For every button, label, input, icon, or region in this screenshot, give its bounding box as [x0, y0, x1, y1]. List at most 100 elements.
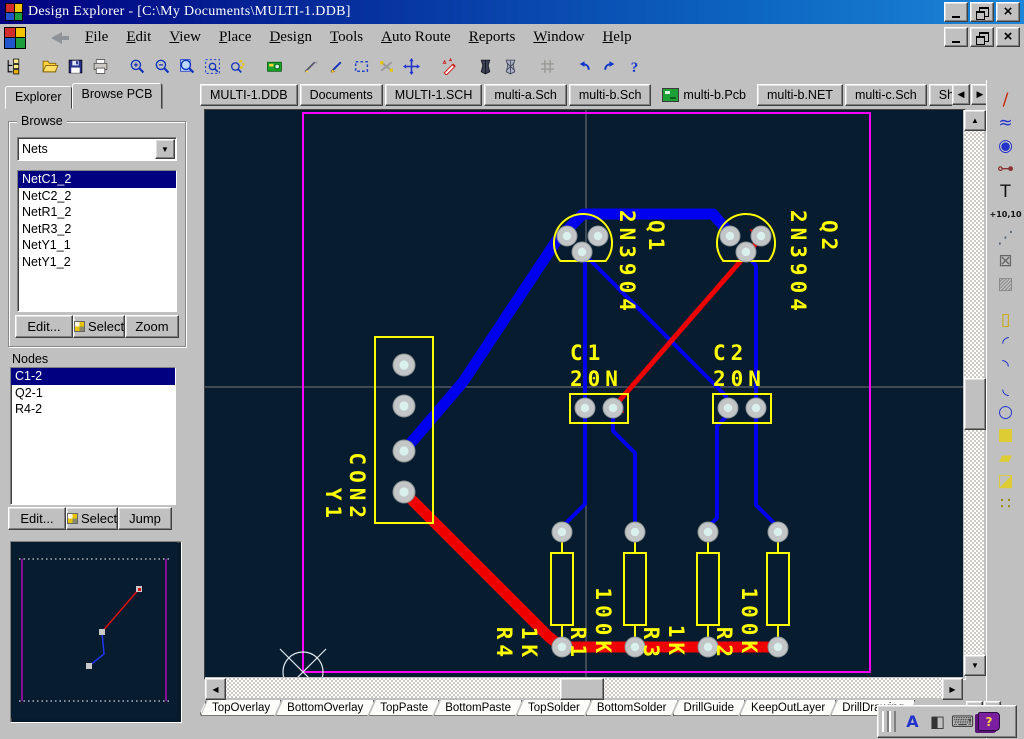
- close-button[interactable]: [996, 2, 1020, 22]
- zoom-out-icon[interactable]: [150, 54, 174, 78]
- browse-mode-dropdown[interactable]: Nets: [17, 137, 177, 161]
- menu-window[interactable]: Window: [524, 27, 593, 48]
- doc-tab-multi-b-pcb[interactable]: multi-b.Pcb: [653, 85, 755, 105]
- dropdown-arrow-icon[interactable]: [155, 139, 175, 159]
- zoom-point-icon[interactable]: [225, 54, 249, 78]
- label-c2-comment[interactable]: 20N: [713, 367, 766, 391]
- label-q2-designator[interactable]: Q2: [817, 220, 841, 255]
- layer-tab-topsolder[interactable]: TopSolder: [517, 700, 591, 716]
- place-wire-icon[interactable]: ≈: [993, 111, 1019, 134]
- doc-tab-documents[interactable]: Documents: [300, 84, 383, 106]
- label-r1-designator[interactable]: R1: [566, 627, 590, 662]
- place-track-icon[interactable]: ∕: [993, 88, 1019, 111]
- scroll-left-button[interactable]: [205, 678, 226, 700]
- label-r1-comment[interactable]: 100K: [591, 587, 615, 658]
- net-item-netc2-2[interactable]: NetC2_2: [18, 188, 176, 205]
- document-logo-icon[interactable]: [4, 27, 26, 49]
- place-coordinate-icon[interactable]: +10,10: [993, 203, 1019, 226]
- scroll-down-button[interactable]: [964, 655, 986, 676]
- menu-help[interactable]: Help: [593, 27, 640, 48]
- board-preview[interactable]: [10, 541, 182, 723]
- find-text-icon[interactable]: A: [900, 709, 925, 734]
- board-browser-icon[interactable]: [262, 54, 286, 78]
- minimize-button[interactable]: [944, 2, 968, 22]
- label-q1-comment[interactable]: 2N3904: [615, 210, 639, 316]
- net-zoom-button[interactable]: Zoom: [125, 315, 179, 338]
- menu-tools[interactable]: Tools: [321, 27, 372, 48]
- doc-tab-scroll-left-button[interactable]: [952, 84, 970, 105]
- label-q2-comment[interactable]: 2N3904: [786, 210, 810, 316]
- label-q1-designator[interactable]: Q1: [644, 220, 668, 255]
- vertical-scrollbar[interactable]: [964, 110, 984, 676]
- doc-tab-multi-b-sch[interactable]: multi-b.Sch: [569, 84, 652, 106]
- layer-tab-topoverlay[interactable]: TopOverlay: [201, 700, 281, 716]
- app-logo-icon[interactable]: [5, 3, 23, 21]
- place-fill-icon[interactable]: ■: [993, 423, 1019, 446]
- net-item-nety1-1[interactable]: NetY1_1: [18, 237, 176, 254]
- node-edit-button[interactable]: Edit...: [8, 507, 66, 530]
- place-component-icon[interactable]: ▯: [993, 308, 1019, 331]
- place-keepout-icon[interactable]: ⊠: [993, 249, 1019, 272]
- menu-place[interactable]: Place: [210, 27, 260, 48]
- panel-tab-explorer[interactable]: Explorer: [5, 86, 72, 109]
- place-pad-array-icon[interactable]: ∷: [993, 492, 1019, 515]
- wand-icon[interactable]: [436, 54, 460, 78]
- restore-button[interactable]: [970, 2, 994, 22]
- label-r3-designator[interactable]: R3: [639, 627, 663, 662]
- shield-dark-icon[interactable]: [473, 54, 497, 78]
- label-r2-comment[interactable]: 100K: [737, 587, 761, 658]
- layer-tab-bottomoverlay[interactable]: BottomOverlay: [276, 700, 374, 716]
- mdi-restore-button[interactable]: [970, 27, 994, 47]
- deselect-icon[interactable]: [374, 54, 398, 78]
- layer-tab-drillguide[interactable]: DrillGuide: [673, 700, 746, 716]
- layer-tab-bottomsolder[interactable]: BottomSolder: [586, 700, 678, 716]
- layer-tab-toppaste[interactable]: TopPaste: [369, 700, 439, 716]
- node-item-r4-2[interactable]: R4-2: [11, 401, 175, 418]
- place-split-plane-icon[interactable]: ◪: [993, 469, 1019, 492]
- label-y1-comment[interactable]: CON2: [345, 452, 369, 523]
- menu-edit[interactable]: Edit: [117, 27, 160, 48]
- place-arc-angle-icon[interactable]: ◟: [993, 377, 1019, 400]
- horizontal-scrollbar[interactable]: [205, 678, 963, 698]
- net-item-netr1-2[interactable]: NetR1_2: [18, 204, 176, 221]
- doc-tab-sheet1-sch[interactable]: Sheet1.Sch: [929, 84, 952, 106]
- place-arc-edge-icon[interactable]: ◜: [993, 331, 1019, 354]
- node-jump-button[interactable]: Jump: [118, 507, 172, 530]
- label-r2-designator[interactable]: R2: [712, 627, 736, 662]
- label-c2-designator[interactable]: C2: [713, 341, 748, 365]
- place-pad-icon[interactable]: ⊶: [993, 157, 1019, 180]
- net-item-nety1-2[interactable]: NetY1_2: [18, 254, 176, 271]
- scroll-up-button[interactable]: [964, 110, 986, 131]
- shield-light-icon[interactable]: [498, 54, 522, 78]
- place-fill-hatch-icon[interactable]: ▨: [993, 272, 1019, 295]
- label-c1-comment[interactable]: 20N: [570, 367, 623, 391]
- mdi-minimize-button[interactable]: [944, 27, 968, 47]
- node-select-button[interactable]: Select: [66, 507, 118, 530]
- route-line-icon[interactable]: [324, 54, 348, 78]
- menu-design[interactable]: Design: [260, 27, 321, 48]
- toolbar-grip[interactable]: [889, 711, 896, 732]
- label-c1-designator[interactable]: C1: [570, 341, 605, 365]
- doc-tab-multi-a-sch[interactable]: multi-a.Sch: [484, 84, 567, 106]
- knife-icon[interactable]: [299, 54, 323, 78]
- node-item-q2-1[interactable]: Q2-1: [11, 385, 175, 402]
- net-select-button[interactable]: Select: [73, 315, 125, 338]
- toolbar-grip[interactable]: [882, 711, 889, 732]
- net-item-netr3-2[interactable]: NetR3_2: [18, 221, 176, 238]
- panel-toggle-icon[interactable]: ◧: [925, 709, 950, 734]
- label-y1-designator[interactable]: Y1: [321, 488, 345, 523]
- net-item-netc1-2[interactable]: NetC1_2: [18, 171, 176, 188]
- horizontal-scroll-thumb[interactable]: [560, 678, 604, 700]
- place-dimension-icon[interactable]: ⋰: [993, 226, 1019, 249]
- layer-tab-bottompaste[interactable]: BottomPaste: [434, 700, 522, 716]
- menu-reports[interactable]: Reports: [460, 27, 525, 48]
- net-edit-button[interactable]: Edit...: [15, 315, 73, 338]
- doc-tab-multi-c-sch[interactable]: multi-c.Sch: [845, 84, 927, 106]
- grid-icon[interactable]: [535, 54, 559, 78]
- menu-file[interactable]: File: [76, 27, 117, 48]
- help-icon[interactable]: ?: [622, 54, 646, 78]
- zoom-all-icon[interactable]: [175, 54, 199, 78]
- select-area-icon[interactable]: [349, 54, 373, 78]
- label-r4-comment[interactable]: 1K: [517, 627, 541, 662]
- layer-tab-keepoutlayer[interactable]: KeepOutLayer: [740, 700, 836, 716]
